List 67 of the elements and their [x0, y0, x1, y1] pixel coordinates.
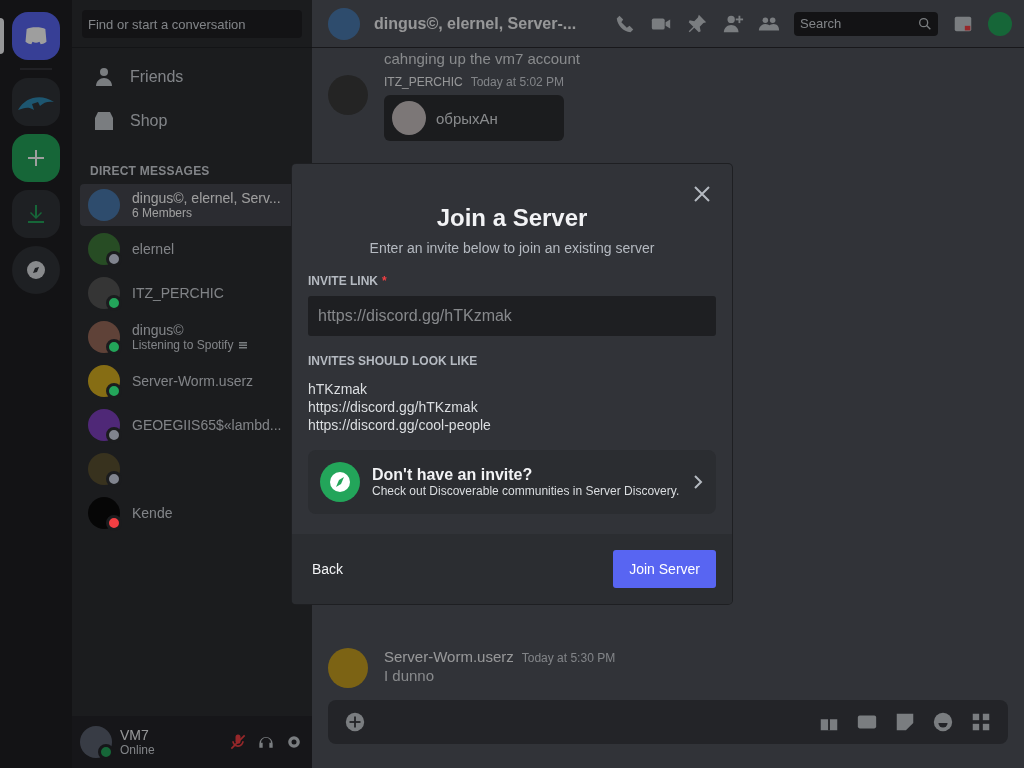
activity-status: Listening to Spotify — [132, 338, 234, 352]
message-text: cahnging up the vm7 account — [384, 50, 580, 67]
example-text: https://discord.gg/hTKzmak — [308, 398, 479, 416]
dialog-subtitle: Enter an invite below to join an existing server — [368, 240, 656, 256]
compass-icon[interactable] — [24, 258, 48, 282]
user-status: Online — [120, 743, 156, 757]
download-button[interactable] — [12, 190, 60, 238]
dm-name: elernel — [132, 241, 175, 257]
join-server-button[interactable]: Join Server — [613, 550, 716, 588]
card-subtitle: Check out Discoverable communities in Server Discovery. — [372, 484, 680, 498]
activity-icon[interactable] — [237, 339, 250, 351]
search-field[interactable]: Search — [794, 11, 938, 36]
dm-item[interactable]: Server-Worm.userz — [80, 360, 304, 402]
username: VM7 — [120, 727, 150, 743]
timestamp: Today at 5:02 PM — [470, 75, 565, 89]
status-dot — [98, 744, 114, 760]
emoji-icon[interactable] — [932, 711, 954, 733]
embed-card[interactable]: обрыхАн — [384, 95, 565, 141]
compass-icon — [320, 462, 360, 502]
dm-item[interactable]: GEOEGIIS65$«lambd... — [80, 404, 304, 446]
dm-name: Server-Worm.userz — [132, 373, 254, 389]
back-button[interactable]: Back — [308, 553, 348, 585]
avatar — [328, 648, 368, 688]
member-count: 6 Members — [132, 206, 194, 220]
nav-item[interactable]: Friends — [80, 56, 304, 98]
message-input[interactable] — [328, 700, 1008, 744]
search-field[interactable]: Find or start a conversation — [82, 10, 302, 38]
example-text: https://discord.gg/cool-people — [308, 416, 492, 434]
invite-link-field[interactable]: https://discord.gg/hTKzmak — [308, 296, 716, 336]
dm-item[interactable]: elernel — [80, 228, 304, 270]
card-title: Don't have an invite? — [372, 466, 534, 484]
dialog-title: Join a Server — [435, 204, 589, 232]
server-icon[interactable] — [12, 78, 60, 126]
apps-icon[interactable] — [970, 711, 992, 733]
message-text: I dunno — [384, 667, 436, 684]
plus-circle-icon[interactable] — [344, 711, 366, 733]
dm-item[interactable]: ITZ_PERCHIC — [80, 272, 304, 314]
example-text: hTKzmak — [308, 380, 369, 398]
avatar — [392, 101, 426, 135]
muted-microphone-icon[interactable] — [228, 732, 248, 752]
sticker-icon[interactable] — [894, 711, 916, 733]
avatar — [88, 189, 120, 221]
nav-item[interactable]: Shop — [80, 100, 304, 142]
dm-item[interactable]: Kende — [80, 492, 304, 534]
section-label: INVITES SHOULD LOOK LIKE — [308, 354, 478, 368]
timestamp: Today at 5:30 PM — [521, 651, 616, 665]
dm-item[interactable]: dingus© Listening to Spotify — [80, 316, 304, 358]
dm-name: GEOEGIIS65$«lambd... — [132, 417, 282, 433]
add-server-button[interactable] — [12, 134, 60, 182]
channel-title: dingus©, elernel, Server-... — [374, 14, 578, 33]
dm-name: dingus© — [132, 322, 185, 338]
author-name: ITZ_PERCHIC — [384, 75, 463, 89]
discovery-card[interactable]: Don't have an invite? Check out Discoverable communities in Server Discovery. — [308, 450, 716, 514]
embed-text: обрыхАн — [436, 109, 498, 127]
required-mark: * — [382, 274, 387, 288]
home-button[interactable] — [12, 12, 60, 60]
dm-name: ITZ_PERCHIC — [132, 285, 224, 301]
dm-name: dingus©, elernel, Serv... — [132, 190, 281, 206]
avatar — [328, 7, 360, 40]
dm-name: Kende — [132, 505, 173, 521]
search-icon[interactable] — [917, 15, 933, 32]
pin-icon[interactable] — [686, 12, 708, 35]
author-name: Server-Worm.userz — [384, 648, 514, 665]
field-label: INVITE LINK — [308, 274, 378, 288]
discover-button[interactable] — [12, 246, 60, 294]
shop-icon[interactable] — [92, 109, 116, 133]
chevron-icon — [692, 474, 704, 490]
